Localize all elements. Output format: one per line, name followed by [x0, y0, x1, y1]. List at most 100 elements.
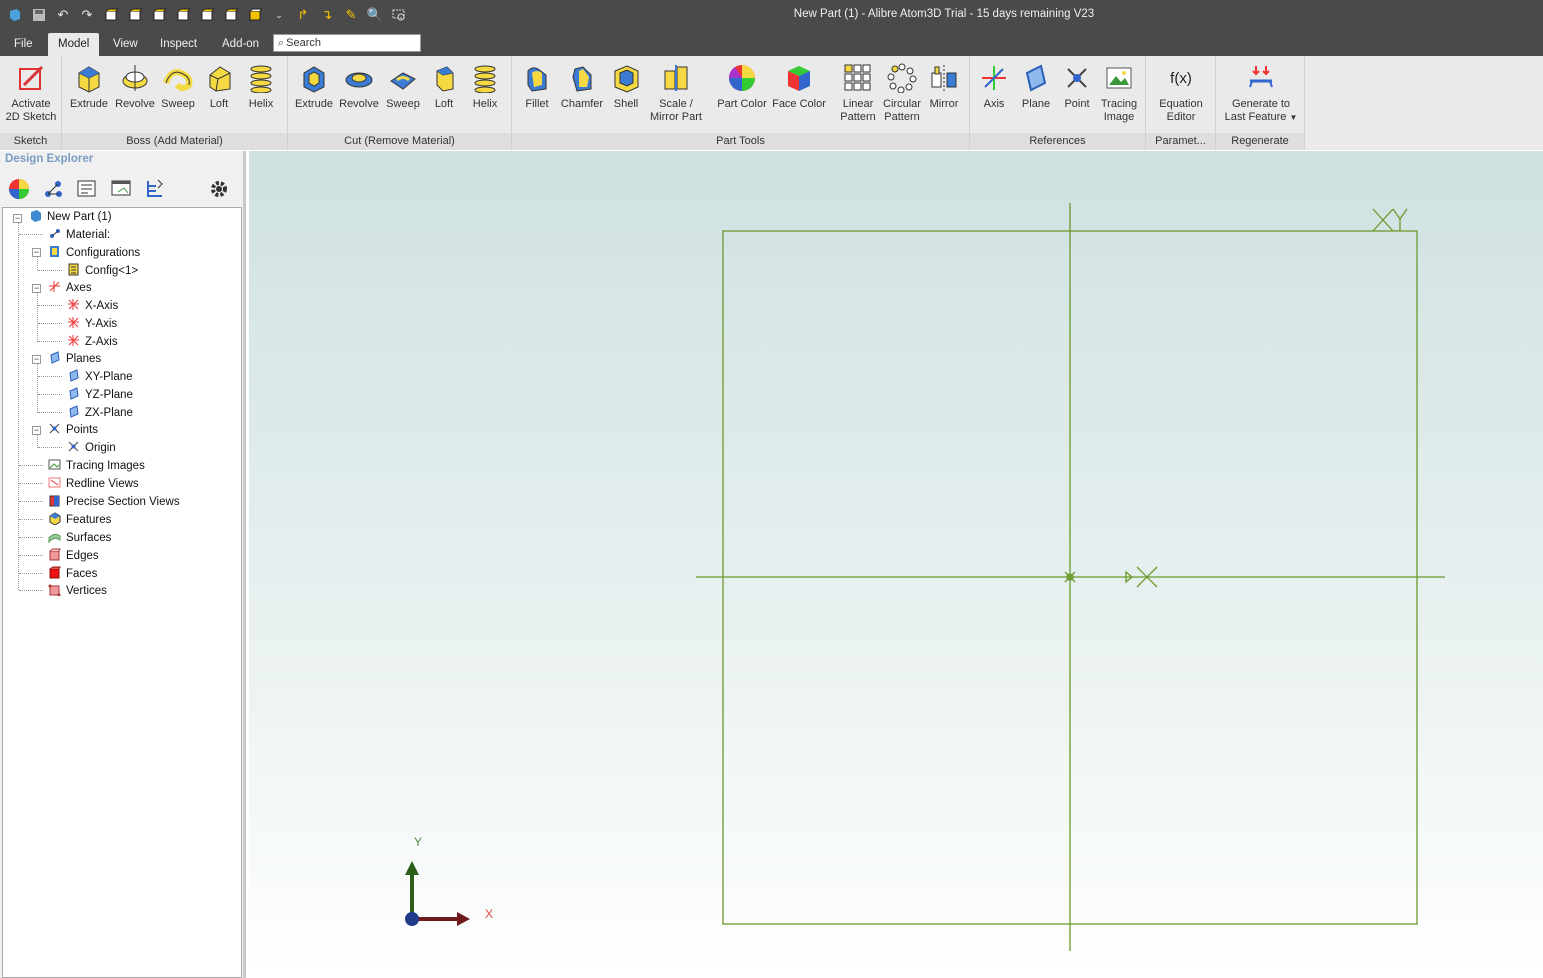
boss-extrude-button[interactable]: Extrude [68, 62, 110, 111]
plane-icon [1021, 62, 1051, 94]
sketch-icon [16, 62, 46, 94]
boss-revolve-button[interactable]: Revolve [114, 62, 156, 111]
configurations-icon [50, 246, 59, 257]
axis-icon [979, 62, 1009, 94]
tree-structure-icon[interactable] [42, 178, 64, 200]
fillet-icon [522, 62, 552, 94]
model-viewport[interactable]: X Y [249, 151, 1543, 978]
tree-item-points[interactable]: Points [48, 421, 98, 439]
cut-extrude-button[interactable]: Extrude [293, 62, 335, 111]
equation-editor-button[interactable]: f(x) Equation Editor [1152, 62, 1210, 124]
tree-item-zx-plane[interactable]: ZX-Plane [67, 404, 133, 422]
boss-loft-button[interactable]: Loft [200, 62, 238, 111]
point-button[interactable]: Point [1060, 62, 1094, 111]
boss-sweep-button[interactable]: Sweep [158, 62, 198, 111]
cut-revolve-button[interactable]: Revolve [338, 62, 380, 111]
tab-inspect[interactable]: Inspect [150, 33, 207, 56]
menu-tab-bar: File Model View Inspect Add-on [0, 30, 1543, 56]
activate-2d-sketch-button[interactable]: Activate 2D Sketch [4, 62, 58, 124]
faces-icon [49, 566, 61, 579]
tree-item-tracing-images[interactable]: Tracing Images [48, 457, 145, 475]
tracing-images-icon [48, 459, 61, 470]
tab-add-on[interactable]: Add-on [212, 33, 269, 56]
linear-pattern-button[interactable]: Linear Pattern [838, 62, 878, 124]
tree-item-material[interactable]: Material: [48, 226, 110, 244]
chamfer-button[interactable]: Chamfer [560, 62, 604, 111]
redline-views-icon [48, 477, 61, 488]
chamfer-icon [567, 62, 597, 94]
ribbon-empty-area [1305, 56, 1543, 150]
plane-icon [69, 387, 79, 400]
tree-item-z-axis[interactable]: Z-Axis [67, 333, 118, 351]
sketch-canvas[interactable]: X Y [249, 151, 1543, 978]
config-icon [68, 263, 79, 276]
face-color-button[interactable]: Face Color [771, 62, 827, 111]
triad-x-label: X [485, 907, 493, 921]
gear-icon[interactable] [208, 178, 230, 200]
vertices-icon [48, 584, 61, 596]
part-color-button[interactable]: Part Color [715, 62, 769, 111]
ribbon-group-label: Boss (Add Material) [62, 133, 287, 150]
material-icon [50, 229, 60, 238]
cut-revolve-icon [344, 62, 374, 94]
tree-item-configurations[interactable]: Configurations [48, 244, 140, 262]
tracing-image-button[interactable]: Tracing Image [1098, 62, 1140, 124]
tree-item-new-part[interactable]: New Part (1) [29, 208, 112, 226]
tree-item-x-axis[interactable]: X-Axis [67, 297, 118, 315]
search-input[interactable]: ⌕ Search [273, 34, 421, 52]
circular-pattern-icon [887, 62, 917, 94]
shell-icon [611, 62, 641, 94]
ribbon-group-label: Part Tools [512, 133, 969, 150]
features-icon [49, 512, 61, 525]
cut-loft-button[interactable]: Loft [425, 62, 463, 111]
cut-sweep-button[interactable]: Sweep [383, 62, 423, 111]
tree-item-edges[interactable]: Edges [48, 547, 99, 565]
tree-item-xy-plane[interactable]: XY-Plane [67, 368, 133, 386]
axes-icon [49, 281, 60, 292]
section-views-icon [49, 495, 60, 507]
fillet-button[interactable]: Fillet [520, 62, 554, 111]
axis-button[interactable]: Axis [978, 62, 1010, 111]
display-window-icon[interactable] [110, 178, 132, 200]
origin-marker [1064, 571, 1076, 583]
plane-corner-marker [1372, 208, 1408, 232]
ribbon-group-cut: Extrude Revolve Sweep Loft Helix Cut (Re… [288, 56, 512, 150]
point-icon [1062, 62, 1092, 94]
design-explorer: Design Explorer − New Part (1) Material:… [0, 151, 246, 978]
tree-item-axes[interactable]: Axes [48, 279, 92, 297]
tree-item-surfaces[interactable]: Surfaces [48, 529, 111, 547]
tree-item-planes[interactable]: Planes [48, 350, 101, 368]
tree-item-yz-plane[interactable]: YZ-Plane [67, 386, 133, 404]
ribbon-group-sketch: Activate 2D Sketch Sketch [0, 56, 62, 150]
ribbon-group-parameters: f(x) Equation Editor Paramet... [1146, 56, 1216, 150]
tree-item-faces[interactable]: Faces [48, 565, 97, 583]
tab-view[interactable]: View [103, 33, 148, 56]
linear-pattern-icon [843, 62, 873, 94]
tab-file[interactable]: File [4, 33, 43, 56]
boss-helix-button[interactable]: Helix [242, 62, 280, 111]
tree-item-config-1[interactable]: Config<1> [67, 262, 138, 280]
cut-helix-button[interactable]: Helix [466, 62, 504, 111]
mirror-button[interactable]: Mirror [926, 62, 962, 111]
color-wheel-icon[interactable] [8, 178, 30, 200]
tree-item-features[interactable]: Features [48, 511, 111, 529]
plane-button[interactable]: Plane [1018, 62, 1054, 111]
tree-item-redline-views[interactable]: Redline Views [48, 475, 139, 493]
window-title: New Part (1) - Alibre Atom3D Trial - 15 … [793, 8, 1095, 20]
properties-list-icon[interactable] [76, 178, 98, 200]
scale-mirror-part-button[interactable]: Scale / Mirror Part [648, 62, 704, 124]
hierarchy-icon[interactable] [144, 178, 166, 200]
face-color-icon [784, 62, 814, 94]
title-bar: ↶ ↷ ⌄ ↱ ↴ ✎ 🔍 New Part (1) - Alibre Atom… [0, 0, 1543, 30]
tree-item-vertices[interactable]: Vertices [48, 582, 107, 600]
dropdown-arrow-icon[interactable]: ▼ [1289, 113, 1297, 122]
shell-button[interactable]: Shell [608, 62, 644, 111]
tree-item-origin[interactable]: Origin [67, 439, 116, 457]
tree-item-precise-section-views[interactable]: Precise Section Views [48, 493, 180, 511]
tree-item-y-axis[interactable]: Y-Axis [67, 315, 117, 333]
circular-pattern-button[interactable]: Circular Pattern [881, 62, 923, 124]
generate-to-last-feature-button[interactable]: Generate to Last Feature ▼ [1220, 62, 1302, 124]
tracing-image-icon [1104, 62, 1134, 94]
tab-model[interactable]: Model [48, 33, 100, 56]
ribbon-group-references: Axis Plane Point Tracing Image Reference… [970, 56, 1146, 150]
